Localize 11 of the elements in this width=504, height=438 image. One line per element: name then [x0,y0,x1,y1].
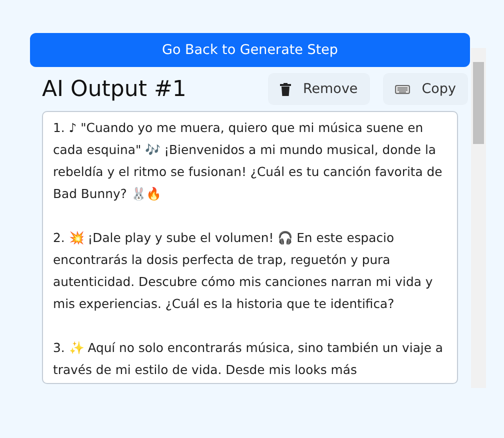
output-paragraph: 2. 💥 ¡Dale play y sube el volumen! 🎧 En este espacio encontrarás la dosis perfecta de trap, reguetón y pura autenticidad. Descubre cómo mis canciones narran mi vida y mis experiencias. ¿Cuál es la historia que te identifica? [53,229,434,313]
output-paragraph: 3. ✨ Aquí no solo encontrarás música, sino también un viaje a través de mi estilo de vida. Desde mis looks más [53,339,444,379]
remove-button[interactable]: Remove [268,73,370,105]
output-text-area[interactable] [42,111,458,384]
scrollbar[interactable] [471,48,486,388]
copy-button[interactable]: Copy [382,73,468,105]
trash-icon [280,82,291,96]
output-title: AI Output #1 [42,76,186,102]
output-paragraph: 1. ♪ "Cuando yo me muera, quiero que mi música suene en cada esquina" 🎶 ¡Bienvenidos a mi mundo musical, donde la rebeldía y el ritmo se fusionan! ¿Cuál es tu canción favorita de Bad Bunny? 🐰🔥 [53,119,444,203]
keyboard-icon [394,84,410,94]
back-button[interactable]: Go Back to Generate Step [30,33,470,67]
